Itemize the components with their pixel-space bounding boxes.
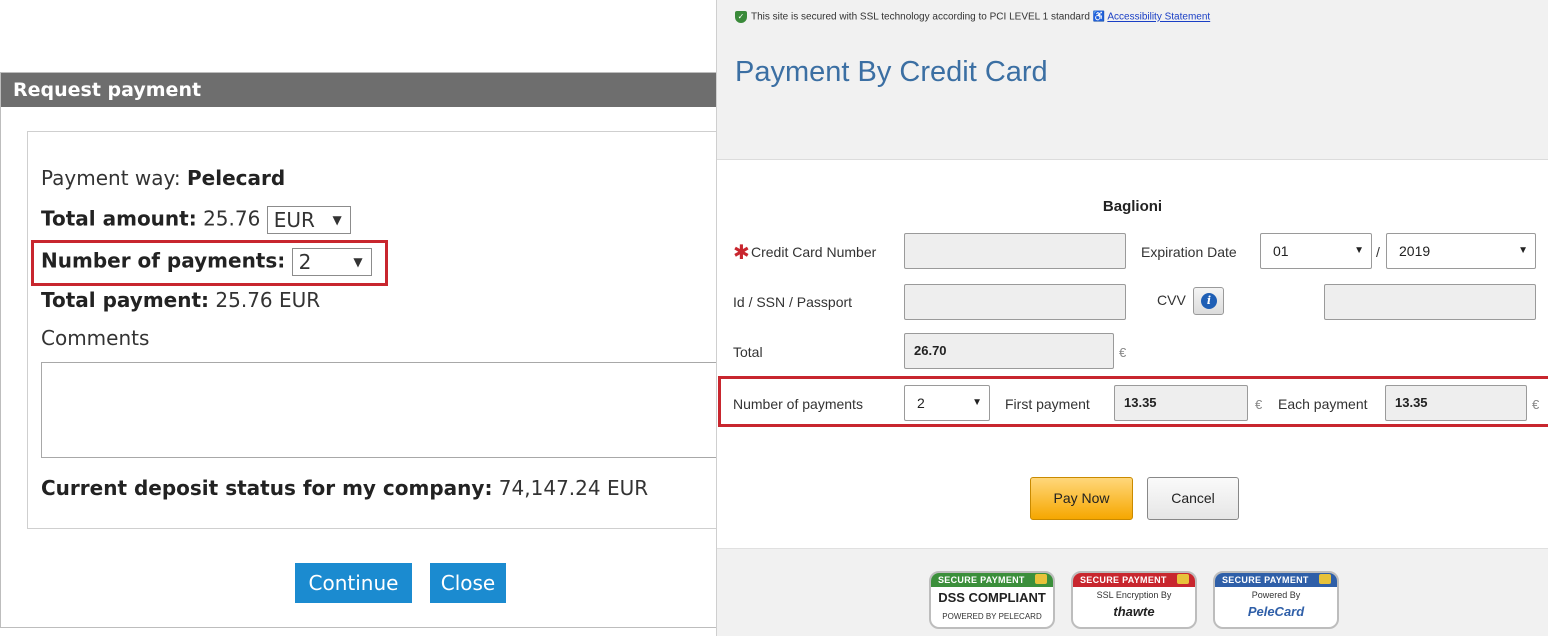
chevron-down-icon: ▼ bbox=[353, 255, 363, 269]
total-payment-label: Total payment: bbox=[41, 288, 210, 312]
badge-line2: PeleCard bbox=[1247, 604, 1305, 619]
page-title: Payment By Credit Card bbox=[735, 56, 1048, 88]
first-payment-label: First payment bbox=[1005, 396, 1090, 412]
deposit-status-row: Current deposit status for my company: 7… bbox=[41, 476, 648, 500]
ssl-notice-text: This site is secured with SSL technology… bbox=[751, 11, 1090, 23]
num-payments-row: Number of payments: 2 ▼ bbox=[41, 248, 372, 276]
cvv-input[interactable] bbox=[1324, 284, 1536, 320]
total-amount-label: Total amount: bbox=[41, 206, 197, 231]
deposit-status-value: 74,147.24 EUR bbox=[492, 476, 649, 500]
chevron-down-icon: ▼ bbox=[972, 397, 982, 408]
total-field: 26.70 bbox=[904, 333, 1114, 369]
total-label: Total bbox=[733, 344, 763, 360]
payment-header-area: ✓ This site is secured with SSL technolog… bbox=[717, 0, 1548, 160]
total-amount-row: Total amount: 25.76 EUR ▼ bbox=[41, 206, 351, 234]
lock-icon bbox=[1177, 574, 1189, 584]
exp-month-value: 01 bbox=[1273, 243, 1289, 259]
continue-button[interactable]: Continue bbox=[295, 563, 412, 603]
num-payments-label: Number of payments bbox=[733, 396, 863, 412]
cvv-label: CVV bbox=[1157, 292, 1186, 308]
each-payment-currency: € bbox=[1532, 397, 1540, 412]
num-payments-select[interactable]: 2 ▼ bbox=[291, 248, 372, 276]
accessibility-icon: ♿ bbox=[1092, 11, 1108, 23]
comments-label: Comments bbox=[41, 326, 150, 350]
thawte-badge: SECURE PAYMENT SSL Encryption By thawte bbox=[1071, 571, 1197, 629]
payment-way-label: Payment way: bbox=[41, 166, 188, 190]
exp-year-value: 2019 bbox=[1399, 243, 1431, 259]
badge-line2: POWERED BY PELECARD bbox=[942, 612, 1042, 621]
each-payment-label: Each payment bbox=[1278, 396, 1368, 412]
dialog-body: Payment way: Pelecard Total amount: 25.7… bbox=[27, 131, 731, 529]
info-icon: i bbox=[1201, 293, 1217, 309]
payment-way-row: Payment way: Pelecard bbox=[41, 166, 285, 190]
total-payment-row: Total payment: 25.76 EUR bbox=[41, 288, 320, 312]
num-payments-select[interactable]: 2 ▼ bbox=[904, 385, 990, 421]
dialog-title: Request payment bbox=[1, 73, 719, 107]
request-payment-dialog: Request payment Payment way: Pelecard To… bbox=[0, 72, 731, 628]
each-payment-field: 13.35 bbox=[1385, 385, 1527, 421]
exp-month-select[interactable]: 01 ▼ bbox=[1260, 233, 1372, 269]
accessibility-statement-link[interactable]: Accessibility Statement bbox=[1107, 12, 1210, 23]
ssl-notice: ✓ This site is secured with SSL technolog… bbox=[735, 11, 1210, 23]
badge-line2: thawte bbox=[1113, 604, 1155, 619]
lock-icon bbox=[1035, 574, 1047, 584]
shield-icon: ✓ bbox=[735, 11, 747, 23]
num-payments-value: 2 bbox=[917, 395, 925, 411]
deposit-status-label: Current deposit status for my company: bbox=[41, 476, 493, 500]
currency-select[interactable]: EUR ▼ bbox=[266, 206, 351, 234]
total-payment-value: 25.76 EUR bbox=[209, 288, 321, 312]
payment-way-value: Pelecard bbox=[187, 166, 286, 190]
first-payment-currency: € bbox=[1255, 397, 1263, 412]
num-payments-label: Number of payments: bbox=[41, 248, 286, 273]
num-payments-select-value: 2 bbox=[298, 250, 312, 274]
lock-icon bbox=[1319, 574, 1331, 584]
exp-year-select[interactable]: 2019 ▼ bbox=[1386, 233, 1536, 269]
badge-line1: Powered By bbox=[1251, 590, 1301, 600]
required-star-icon: ✱ bbox=[733, 240, 750, 264]
card-number-label: Credit Card Number bbox=[751, 244, 877, 260]
cancel-button[interactable]: Cancel bbox=[1147, 477, 1239, 520]
cvv-info-button[interactable]: i bbox=[1193, 287, 1224, 315]
pelecard-badge: SECURE PAYMENT Powered By PeleCard bbox=[1213, 571, 1339, 629]
first-payment-field: 13.35 bbox=[1114, 385, 1248, 421]
badge-line1: SSL Encryption By bbox=[1096, 590, 1172, 600]
expiration-label: Expiration Date bbox=[1141, 244, 1237, 260]
close-button[interactable]: Close bbox=[430, 563, 506, 603]
exp-separator: / bbox=[1376, 244, 1380, 260]
total-amount-value: 25.76 bbox=[196, 206, 267, 231]
badge-line1: DSS COMPLIANT bbox=[938, 590, 1046, 605]
currency-select-value: EUR bbox=[273, 208, 315, 232]
total-currency: € bbox=[1119, 345, 1127, 360]
id-input[interactable] bbox=[904, 284, 1126, 320]
chevron-down-icon: ▼ bbox=[1518, 245, 1528, 256]
pci-dss-badge: SECURE PAYMENT DSS COMPLIANT POWERED BY … bbox=[929, 571, 1055, 629]
credit-card-payment-panel: ✓ This site is secured with SSL technolog… bbox=[716, 0, 1548, 636]
merchant-name: Baglioni bbox=[1102, 198, 1163, 215]
comments-textarea[interactable] bbox=[41, 362, 731, 458]
id-label: Id / SSN / Passport bbox=[733, 294, 853, 310]
card-number-input[interactable] bbox=[904, 233, 1126, 269]
pay-now-button[interactable]: Pay Now bbox=[1030, 477, 1133, 520]
chevron-down-icon: ▼ bbox=[1354, 245, 1364, 256]
chevron-down-icon: ▼ bbox=[332, 213, 342, 227]
